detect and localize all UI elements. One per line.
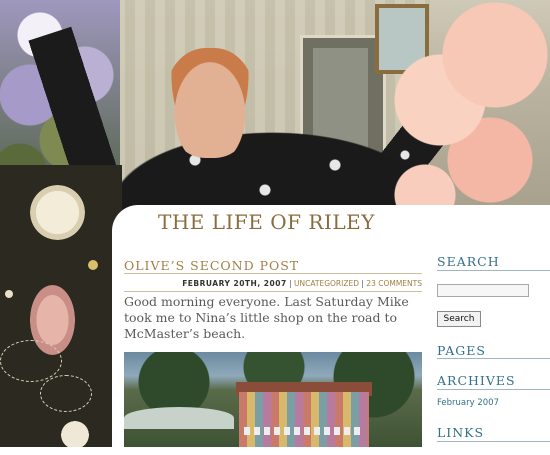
archive-link-february-2007[interactable]: February 2007 — [437, 398, 499, 408]
woman-face — [165, 48, 255, 158]
post-photo — [124, 352, 422, 447]
post-meta: FEBRUARY 20TH, 2007 | UNCATEGORIZED | 23… — [170, 279, 422, 288]
divider — [437, 389, 550, 390]
bead-embroidery — [88, 260, 98, 270]
search-button[interactable]: Search — [437, 311, 481, 327]
post-title-link[interactable]: OLIVE’S SECOND POST — [124, 258, 299, 273]
white-flower-embroidery — [55, 420, 95, 447]
lace-leaf-embroidery — [0, 340, 62, 382]
sidebar-heading-search: SEARCH — [437, 254, 500, 269]
embroidery-panel — [0, 165, 122, 447]
meta-separator: | — [289, 279, 292, 288]
divider — [437, 441, 550, 442]
divider — [437, 270, 550, 271]
photo-striped-shed — [239, 392, 369, 447]
post-date: FEBRUARY 20TH, 2007 — [182, 279, 287, 288]
search-input[interactable] — [437, 284, 529, 297]
lace-leaf-embroidery — [40, 375, 92, 412]
photo-umbrella — [124, 407, 234, 429]
bead-embroidery — [5, 290, 13, 298]
sidebar-heading-archives: ARCHIVES — [437, 373, 516, 388]
divider — [124, 291, 422, 292]
blog-title[interactable]: THE LIFE OF RILEY — [158, 210, 374, 234]
photo-bunting — [244, 427, 364, 435]
category-link[interactable]: UNCATEGORIZED — [294, 279, 359, 288]
sidebar-heading-pages: PAGES — [437, 343, 486, 358]
comments-link[interactable]: 23 COMMENTS — [366, 279, 422, 288]
meta-separator: | — [361, 279, 364, 288]
pink-roses — [380, 0, 550, 215]
post-body-text: Good morning everyone. Last Saturday Mik… — [124, 294, 409, 341]
sidebar-heading-links: LINKS — [437, 425, 485, 440]
divider — [437, 358, 550, 359]
divider — [124, 273, 422, 274]
white-flower-embroidery — [30, 185, 85, 240]
